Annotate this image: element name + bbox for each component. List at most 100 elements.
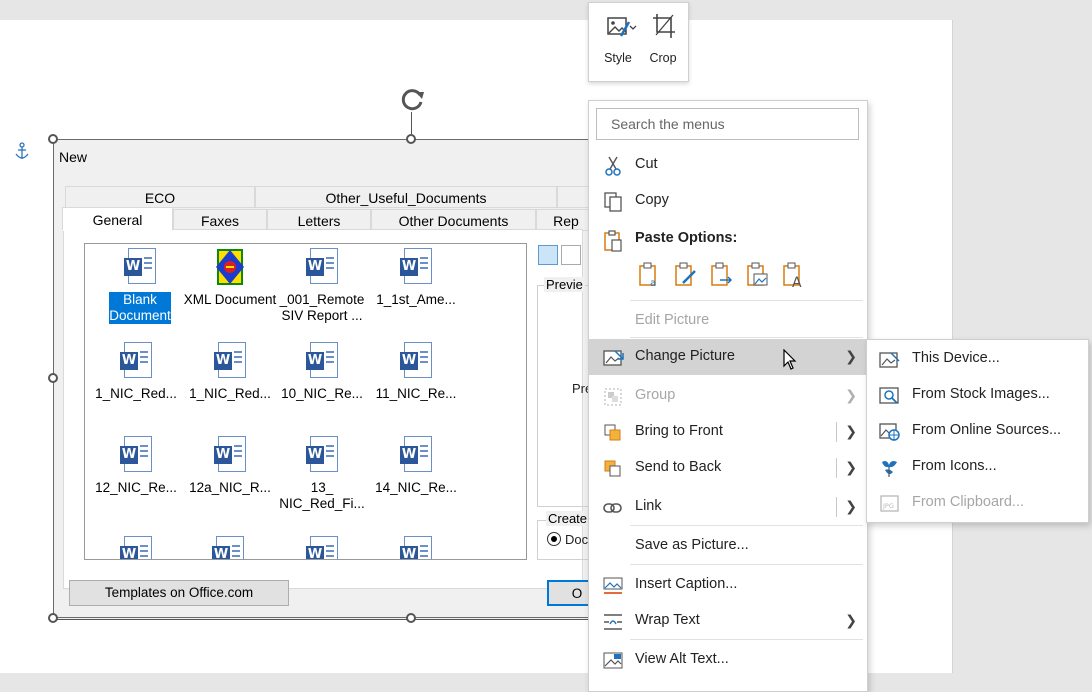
menu-item-insert-caption[interactable]: Insert Caption... bbox=[589, 567, 867, 603]
menu-item-bring-to-front[interactable]: Bring to Front ❯ bbox=[589, 414, 867, 450]
tab-faxes[interactable]: Faxes bbox=[173, 209, 267, 231]
anchor-icon[interactable] bbox=[14, 142, 30, 162]
menu-item-link[interactable]: Link ❯ bbox=[589, 489, 867, 525]
word-doc-icon: W bbox=[306, 342, 338, 382]
word-doc-icon: W bbox=[214, 436, 246, 476]
chevron-right-icon: ❯ bbox=[845, 348, 857, 364]
icons-icon bbox=[879, 458, 901, 477]
file-item[interactable]: W 1_NIC_Red... bbox=[89, 342, 183, 402]
tab-eco[interactable]: ECO bbox=[65, 186, 255, 208]
menu-item-save-as-picture[interactable]: Save as Picture... bbox=[589, 528, 867, 564]
xml-doc-icon bbox=[214, 248, 246, 288]
resize-handle-bottom-left[interactable] bbox=[48, 613, 58, 623]
file-item[interactable]: W 1_NIC_Red... bbox=[183, 342, 277, 402]
paste-merge-format-icon[interactable] bbox=[673, 261, 699, 289]
large-icons-view-button[interactable] bbox=[538, 245, 558, 265]
paste-keep-text-icon[interactable]: A bbox=[781, 261, 807, 291]
mini-toolbar: Style Crop bbox=[588, 2, 689, 82]
file-item[interactable]: W 14_NIC_Re... bbox=[369, 436, 463, 496]
submenu-item-this-device[interactable]: This Device... bbox=[867, 341, 1088, 377]
selected-picture[interactable]: New ECO Other_Useful_Documents General F… bbox=[53, 139, 595, 620]
word-doc-icon: W bbox=[120, 342, 152, 382]
resize-handle-left[interactable] bbox=[48, 373, 58, 383]
search-menus-input[interactable]: Search the menus bbox=[596, 108, 859, 140]
file-item[interactable]: W _001_Remote SIV Report ... bbox=[275, 248, 369, 324]
tab-general[interactable]: General bbox=[62, 207, 173, 231]
menu-item-copy[interactable]: Copy bbox=[589, 183, 867, 219]
chevron-right-icon[interactable]: ❯ bbox=[845, 498, 857, 515]
resize-handle-top[interactable] bbox=[406, 134, 416, 144]
group-icon bbox=[603, 387, 623, 406]
file-item[interactable]: W 1_1st_Ame... bbox=[369, 248, 463, 308]
wrap-text-icon bbox=[603, 612, 623, 630]
menu-separator bbox=[630, 639, 863, 640]
list-view-button[interactable] bbox=[561, 245, 581, 265]
word-doc-icon: W bbox=[400, 536, 432, 559]
svg-text:JPG: JPG bbox=[882, 502, 894, 510]
menu-separator bbox=[630, 300, 863, 301]
file-item-xml-document[interactable]: XML Document bbox=[183, 248, 277, 308]
file-item[interactable]: W 12a_NIC_R... bbox=[183, 436, 277, 496]
paste-keep-source-icon[interactable]: a bbox=[637, 261, 663, 289]
template-file-list[interactable]: W Blank Document XML Document W _001_Rem… bbox=[84, 243, 527, 560]
crop-icon bbox=[653, 14, 675, 38]
word-doc-icon: W bbox=[306, 248, 338, 288]
this-device-icon bbox=[879, 350, 901, 368]
document-radio-label: Doc bbox=[565, 532, 589, 547]
menu-item-change-picture[interactable]: Change Picture ❯ bbox=[589, 339, 867, 375]
svg-text:A: A bbox=[792, 275, 802, 289]
resize-handle-bottom[interactable] bbox=[406, 613, 416, 623]
paste-icon bbox=[603, 230, 623, 252]
file-item[interactable]: W 11_NIC_Re... bbox=[369, 342, 463, 402]
rotate-stem bbox=[411, 112, 412, 134]
tab-other-useful-documents[interactable]: Other_Useful_Documents bbox=[255, 186, 557, 208]
preview-label: Previe bbox=[544, 277, 585, 292]
change-picture-icon bbox=[603, 348, 624, 366]
paste-text-only-icon[interactable] bbox=[709, 261, 735, 289]
file-item[interactable]: W 13_ NIC_Red_Fi... bbox=[275, 436, 369, 512]
scissors-icon bbox=[603, 156, 623, 176]
file-item[interactable]: W 10_NIC_Re... bbox=[275, 342, 369, 402]
chevron-right-icon[interactable]: ❯ bbox=[845, 459, 857, 476]
create-new-label: Create bbox=[546, 511, 590, 526]
picture-style-icon bbox=[607, 17, 637, 37]
clipboard-jpg-icon: JPG bbox=[879, 494, 901, 512]
tab-letters[interactable]: Letters bbox=[267, 209, 371, 231]
templates-on-office-button[interactable]: Templates on Office.com bbox=[69, 580, 289, 606]
submenu-item-online-sources[interactable]: From Online Sources... bbox=[867, 413, 1088, 449]
menu-item-edit-picture: Edit Picture bbox=[635, 312, 710, 328]
word-doc-icon: W bbox=[400, 436, 432, 476]
style-button[interactable]: Style bbox=[595, 3, 641, 81]
menu-separator bbox=[630, 337, 863, 338]
paste-as-picture-icon[interactable] bbox=[745, 261, 771, 289]
word-doc-icon: W bbox=[214, 342, 246, 382]
menu-item-group: Group ❯ bbox=[589, 378, 867, 414]
word-doc-icon: W bbox=[306, 536, 338, 559]
menu-item-wrap-text[interactable]: Wrap Text ❯ bbox=[589, 603, 867, 639]
chevron-right-icon: ❯ bbox=[845, 387, 857, 403]
tab-reports[interactable]: Rep bbox=[536, 209, 594, 231]
menu-separator bbox=[630, 525, 863, 526]
svg-text:a: a bbox=[650, 278, 656, 289]
submenu-item-icons[interactable]: From Icons... bbox=[867, 449, 1088, 485]
mouse-cursor-icon bbox=[783, 348, 797, 371]
word-doc-icon: W bbox=[120, 536, 152, 559]
word-doc-icon: W bbox=[124, 248, 156, 288]
stock-images-icon bbox=[879, 386, 901, 404]
file-item[interactable]: W 12_NIC_Re... bbox=[89, 436, 183, 496]
menu-separator bbox=[630, 564, 863, 565]
resize-handle-top-left[interactable] bbox=[48, 134, 58, 144]
submenu-item-stock-images[interactable]: From Stock Images... bbox=[867, 377, 1088, 413]
document-radio[interactable] bbox=[547, 532, 561, 546]
word-doc-icon: W bbox=[400, 248, 432, 288]
dialog-title: New bbox=[59, 149, 88, 165]
chevron-right-icon[interactable]: ❯ bbox=[845, 423, 857, 440]
rotate-handle-icon[interactable] bbox=[400, 86, 426, 112]
change-picture-submenu: This Device... From Stock Images... From… bbox=[866, 339, 1089, 523]
tab-other-documents[interactable]: Other Documents bbox=[371, 209, 536, 231]
crop-button[interactable]: Crop bbox=[640, 3, 686, 81]
file-item-blank-document[interactable]: W Blank Document bbox=[93, 248, 187, 324]
word-doc-icon: W bbox=[400, 342, 432, 382]
menu-item-send-to-back[interactable]: Send to Back ❯ bbox=[589, 450, 867, 486]
menu-item-cut[interactable]: Cut bbox=[589, 147, 867, 183]
